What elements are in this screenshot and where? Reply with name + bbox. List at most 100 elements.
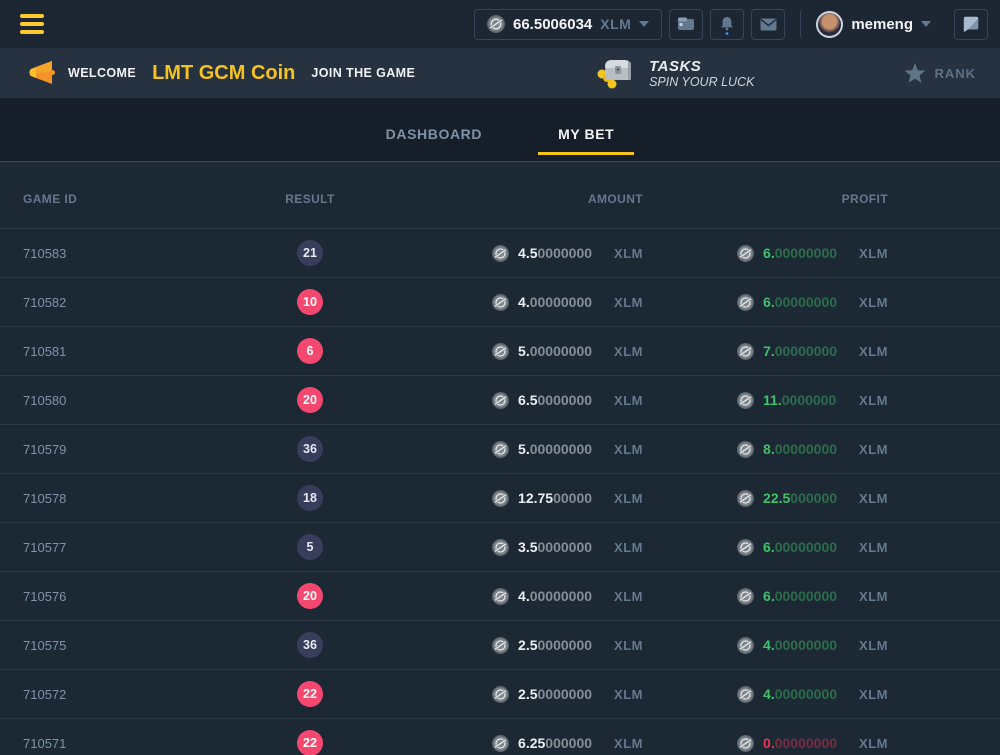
table-row[interactable]: 710581 6 5.00000000 XLM 7.0000000: [0, 326, 1000, 375]
treasure-chest-icon: [595, 56, 637, 90]
table-row[interactable]: 710576 20 4.00000000 XLM 6.000000: [0, 571, 1000, 620]
balance-currency: XLM: [600, 16, 631, 32]
result-badge: 36: [297, 632, 323, 658]
profit-trailing-zeros: 00000000: [775, 686, 837, 702]
menu-icon[interactable]: [20, 14, 44, 34]
game-id: 710572: [0, 687, 240, 702]
profit-value: 6.: [763, 294, 775, 310]
amount-cell: 3.50000000 XLM: [380, 539, 655, 556]
tab-dashboard[interactable]: DASHBOARD: [366, 126, 502, 155]
game-id: 710580: [0, 393, 240, 408]
profit-trailing-zeros: 000000: [790, 490, 837, 506]
welcome-label: WELCOME: [68, 66, 136, 80]
table-row[interactable]: 710582 10 4.00000000 XLM 6.000000: [0, 277, 1000, 326]
user-menu[interactable]: memeng: [816, 11, 931, 38]
profit-trailing-zeros: 00000000: [775, 294, 837, 310]
amount-trailing-zeros: 0000000: [538, 245, 593, 261]
result-badge: 10: [297, 289, 323, 315]
profit-currency: XLM: [859, 736, 888, 751]
amount-trailing-zeros: 00000000: [530, 343, 592, 359]
table-row[interactable]: 710580 20 6.50000000 XLM 11.00000: [0, 375, 1000, 424]
table-row[interactable]: 710578 18 12.7500000 XLM 22.50000: [0, 473, 1000, 522]
profit-cell: 8.00000000 XLM: [655, 441, 900, 458]
stellar-coin-icon: [737, 343, 754, 360]
profit-value: 4.: [763, 637, 775, 653]
column-header-result: RESULT: [240, 192, 380, 206]
game-id: 710571: [0, 736, 240, 751]
coin-name: LMT GCM Coin: [152, 62, 295, 85]
amount-currency: XLM: [614, 344, 643, 359]
amount-currency: XLM: [614, 295, 643, 310]
amount-trailing-zeros: 0000000: [538, 686, 593, 702]
profit-trailing-zeros: 00000000: [775, 343, 837, 359]
rank-widget[interactable]: RANK: [904, 63, 976, 84]
stellar-coin-icon: [492, 539, 509, 556]
table-row[interactable]: 710583 21 4.50000000 XLM 6.000000: [0, 228, 1000, 277]
amount-trailing-zeros: 00000: [553, 490, 592, 506]
stellar-coin-icon: [737, 392, 754, 409]
table-row[interactable]: 710579 36 5.00000000 XLM 8.000000: [0, 424, 1000, 473]
stellar-coin-icon: [492, 735, 509, 752]
profit-cell: 4.00000000 XLM: [655, 686, 900, 703]
amount-value: 4.5: [518, 245, 537, 261]
amount-trailing-zeros: 000000: [545, 735, 592, 751]
wallet-button[interactable]: [669, 9, 703, 40]
messages-button[interactable]: [751, 9, 785, 40]
stellar-coin-icon: [737, 539, 754, 556]
table-row[interactable]: 710571 22 6.25000000 XLM 0.000000: [0, 718, 1000, 755]
profit-currency: XLM: [859, 589, 888, 604]
stellar-coin-icon: [492, 245, 509, 262]
amount-currency: XLM: [614, 540, 643, 555]
amount-currency: XLM: [614, 393, 643, 408]
amount-value: 2.5: [518, 637, 537, 653]
stellar-coin-icon: [492, 686, 509, 703]
profit-currency: XLM: [859, 442, 888, 457]
amount-trailing-zeros: 00000000: [530, 294, 592, 310]
result-badge: 22: [297, 681, 323, 707]
profit-value: 8.: [763, 441, 775, 457]
profit-currency: XLM: [859, 344, 888, 359]
stellar-coin-icon: [492, 441, 509, 458]
amount-value: 3.5: [518, 539, 537, 555]
profit-currency: XLM: [859, 246, 888, 261]
profit-value: 7.: [763, 343, 775, 359]
tasks-widget[interactable]: TASKS SPIN YOUR LUCK: [595, 56, 754, 90]
amount-currency: XLM: [614, 687, 643, 702]
amount-value: 5.: [518, 441, 530, 457]
profit-currency: XLM: [859, 540, 888, 555]
tab-my-bet[interactable]: MY BET: [538, 126, 634, 155]
rank-label: RANK: [934, 66, 976, 81]
game-id: 710578: [0, 491, 240, 506]
result-badge: 18: [297, 485, 323, 511]
stellar-coin-icon: [737, 441, 754, 458]
amount-cell: 2.50000000 XLM: [380, 686, 655, 703]
profit-trailing-zeros: 00000000: [775, 539, 837, 555]
result-badge: 20: [297, 387, 323, 413]
profit-value: 6.: [763, 245, 775, 261]
balance-selector[interactable]: 66.5006034 XLM: [474, 9, 662, 40]
game-id: 710576: [0, 589, 240, 604]
profit-cell: 22.5000000 XLM: [655, 490, 900, 507]
stellar-coin-icon: [492, 343, 509, 360]
balance-amount: 66.5006034: [513, 16, 592, 33]
star-icon: [904, 63, 926, 84]
amount-value: 4.: [518, 588, 530, 604]
table-row[interactable]: 710575 36 2.50000000 XLM 4.000000: [0, 620, 1000, 669]
amount-cell: 6.25000000 XLM: [380, 735, 655, 752]
profit-value: 6.: [763, 588, 775, 604]
notifications-button[interactable]: [710, 9, 744, 40]
game-id: 710581: [0, 344, 240, 359]
table-row[interactable]: 710572 22 2.50000000 XLM 4.000000: [0, 669, 1000, 718]
amount-value: 5.: [518, 343, 530, 359]
top-bar: 66.5006034 XLM: [0, 0, 1000, 48]
result-badge: 5: [297, 534, 323, 560]
avatar: [816, 11, 843, 38]
chat-toggle-button[interactable]: [954, 9, 988, 40]
amount-cell: 4.00000000 XLM: [380, 294, 655, 311]
game-id: 710583: [0, 246, 240, 261]
amount-value: 6.5: [518, 392, 537, 408]
welcome-banner: WELCOME LMT GCM Coin JOIN THE GAME TASKS: [0, 48, 1000, 98]
profit-trailing-zeros: 00000000: [775, 735, 837, 751]
stellar-coin-icon: [737, 588, 754, 605]
table-row[interactable]: 710577 5 3.50000000 XLM 6.0000000: [0, 522, 1000, 571]
